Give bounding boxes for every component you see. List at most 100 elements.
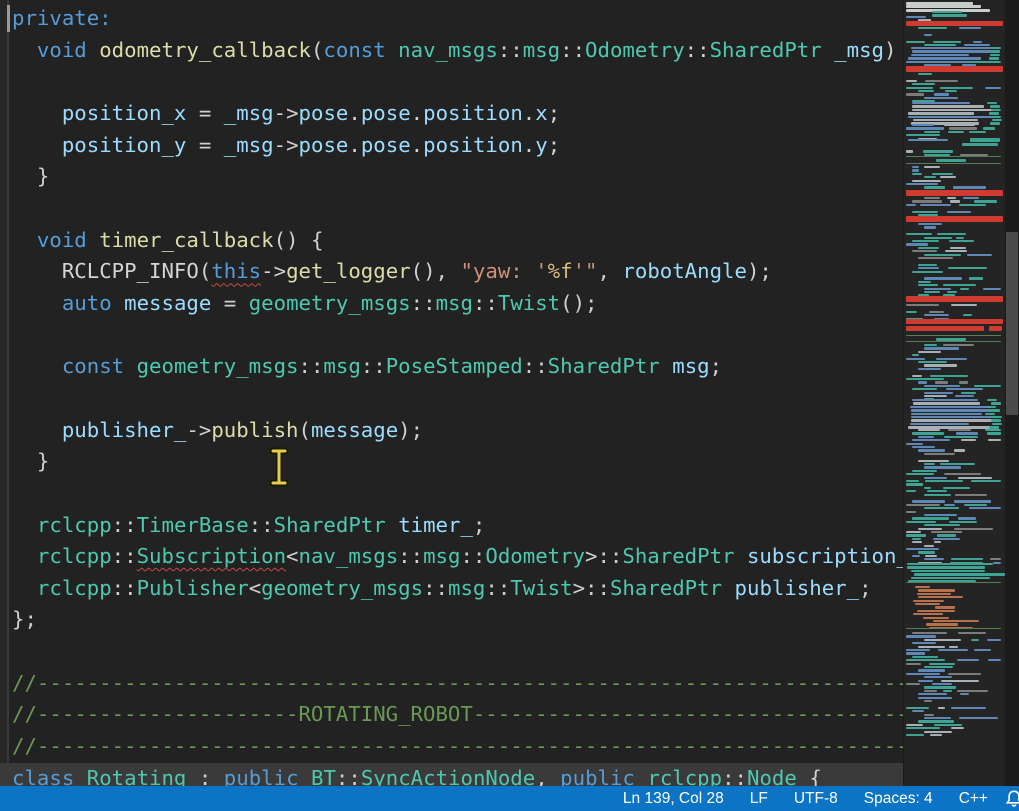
minimap-code-mark (912, 169, 919, 171)
code-line[interactable]: void timer_callback() { (0, 225, 903, 257)
code-line[interactable]: rclcpp::Subscription<nav_msgs::msg::Odom… (0, 541, 903, 573)
minimap[interactable] (903, 0, 1006, 786)
code-line[interactable] (0, 636, 903, 668)
minimap-code-mark (991, 116, 1001, 118)
code-line[interactable]: class Rotating : public BT::SyncActionNo… (0, 763, 903, 786)
minimap-code-mark (924, 477, 947, 479)
code-token (722, 576, 734, 600)
code-token (186, 101, 198, 125)
minimap-code-mark (943, 284, 976, 286)
minimap-code-mark (918, 697, 952, 699)
code-token: public (224, 766, 299, 786)
minimap-code-mark (970, 138, 1000, 142)
minimap-code-mark (906, 335, 1001, 336)
code-token: nav_msgs (398, 38, 498, 62)
code-token: { (809, 766, 821, 786)
code-line[interactable] (0, 193, 903, 225)
minimap-code-mark (964, 504, 987, 506)
minimap-code-mark (924, 166, 941, 168)
minimap-code-mark (985, 413, 995, 415)
code-line[interactable]: //--------------------------------------… (0, 668, 903, 700)
minimap-code-mark (924, 558, 944, 560)
minimap-code-mark (912, 538, 921, 540)
minimap-code-mark (906, 649, 930, 651)
code-line[interactable] (0, 320, 903, 352)
minimap-code-mark (974, 385, 1001, 387)
minimap-code-mark (956, 237, 965, 239)
minimap-code-mark (915, 586, 931, 588)
code-token: pose (361, 133, 411, 157)
code-line[interactable] (0, 66, 903, 98)
minimap-code-mark (923, 617, 949, 619)
minimap-code-mark (906, 652, 925, 654)
minimap-code-mark (961, 439, 976, 441)
code-token (74, 766, 86, 786)
code-line[interactable]: rclcpp::Publisher<geometry_msgs::msg::Tw… (0, 573, 903, 605)
minimap-code-mark (906, 2, 973, 5)
code-lines: private: void odometry_callback(const na… (0, 3, 903, 786)
code-line[interactable]: rclcpp::TimerBase::SharedPtr timer_; (0, 510, 903, 542)
code-token: %f (548, 259, 573, 283)
code-line[interactable]: //---------------------ROTATING_ROBOT---… (0, 699, 903, 731)
code-line[interactable]: }; (0, 604, 903, 636)
code-editor[interactable]: private: void odometry_callback(const na… (0, 0, 903, 786)
minimap-code-mark (906, 216, 1003, 222)
minimap-code-mark (989, 50, 999, 52)
minimap-code-mark (989, 112, 999, 114)
minimap-code-mark (908, 139, 948, 141)
code-token (386, 513, 398, 537)
minimap-code-mark (911, 47, 997, 49)
status-eol[interactable]: LF (750, 790, 768, 808)
minimap-code-mark (906, 341, 1001, 342)
minimap-code-mark (910, 406, 992, 408)
minimap-code-mark (992, 423, 1002, 425)
code-token: >:: (585, 544, 622, 568)
minimap-code-mark (958, 632, 986, 634)
minimap-code-mark (941, 680, 979, 682)
code-line[interactable]: } (0, 161, 903, 193)
minimap-code-mark (985, 429, 1001, 431)
minimap-code-mark (912, 83, 935, 85)
code-line[interactable]: private: (0, 3, 903, 35)
code-line[interactable] (0, 383, 903, 415)
vscode-window: private: void odometry_callback(const na… (0, 0, 1019, 811)
code-line[interactable]: position_x = _msg->pose.pose.position.x; (0, 98, 903, 130)
status-encoding[interactable]: UTF-8 (794, 790, 838, 808)
code-line[interactable]: const geometry_msgs::msg::PoseStamped::S… (0, 351, 903, 383)
minimap-code-mark (918, 73, 932, 75)
code-line[interactable]: void odometry_callback(const nav_msgs::m… (0, 35, 903, 67)
code-token: Odometry (585, 38, 685, 62)
code-line[interactable]: } (0, 446, 903, 478)
minimap-code-mark (924, 288, 951, 290)
status-indentation[interactable]: Spaces: 4 (864, 790, 933, 808)
minimap-code-mark (954, 449, 966, 451)
code-token: "yaw: ' (460, 259, 547, 283)
status-language[interactable]: C++ (959, 790, 988, 808)
minimap-code-mark (924, 277, 962, 279)
minimap-code-mark (951, 727, 965, 729)
code-token: const (323, 38, 385, 62)
code-token (660, 354, 672, 378)
code-line[interactable]: position_y = _msg->pose.pose.position.y; (0, 130, 903, 162)
scrollbar-track[interactable] (1005, 0, 1019, 786)
scrollbar-thumb[interactable] (1006, 232, 1018, 415)
code-token: , (597, 259, 622, 283)
minimap-code-mark (924, 226, 936, 228)
minimap-code-mark (951, 558, 983, 560)
code-token: msg (448, 576, 485, 600)
status-cursor-position[interactable]: Ln 139, Col 28 (623, 790, 724, 808)
code-token: '" (573, 259, 598, 283)
code-line[interactable]: //--------------------------------------… (0, 731, 903, 763)
code-token (635, 766, 647, 786)
notifications-bell-icon[interactable] (1004, 789, 1019, 808)
minimap-code-mark (906, 531, 921, 533)
code-line[interactable]: auto message = geometry_msgs::msg::Twist… (0, 288, 903, 320)
minimap-code-mark (950, 200, 960, 202)
code-token: Twist (498, 291, 560, 315)
code-line[interactable]: RCLCPP_INFO(this->get_logger(), "yaw: '%… (0, 256, 903, 288)
minimap-code-mark (964, 44, 991, 46)
code-line[interactable]: publisher_->publish(message); (0, 415, 903, 447)
minimap-code-mark (948, 61, 963, 63)
minimap-code-mark (918, 436, 934, 438)
code-line[interactable] (0, 478, 903, 510)
